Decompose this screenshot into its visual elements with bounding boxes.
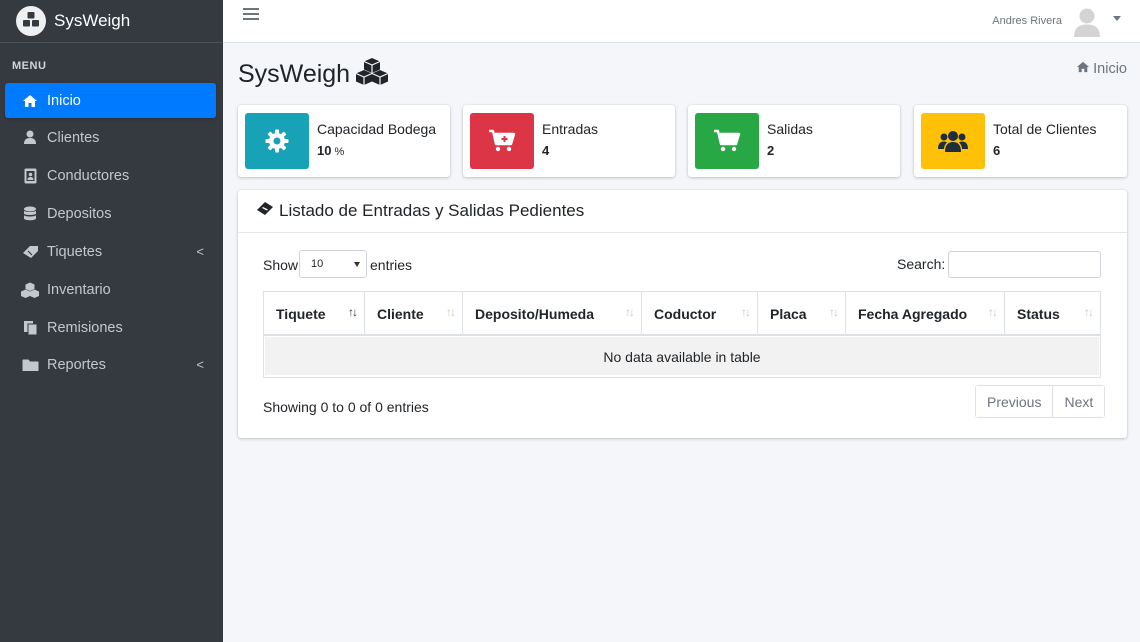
database-icon [21,206,39,222]
length-entries-label: entries [370,257,413,273]
menu-header: MENU [12,60,47,72]
card-header: Listado de Entradas y Salidas Pedientes [238,190,1127,233]
length-show-label: Show [263,257,299,273]
sidebar-item-label: Depositos [47,205,112,222]
cubes-icon [21,282,39,298]
sidebar-item-depositos[interactable]: Depositos [5,196,216,231]
sidebar-item-tiquetes[interactable]: Tiquetes < [5,234,216,269]
home-icon [1076,61,1090,77]
brand-logo-icon [16,6,46,36]
breadcrumb-item[interactable]: Inicio [1093,61,1127,77]
caret-down-icon [354,262,360,267]
brand-name: SysWeigh [54,11,131,30]
table-header: Tiquete ↑↓ Cliente ↑↓ Deposito/Humeda ↑↓ Co… [264,292,1100,336]
sort-icon: ↑↓ [446,305,456,319]
table-info: Showing 0 to 0 of 0 entries [263,399,429,415]
column-header-status[interactable]: Status ↑↓ [1005,292,1100,334]
info-box-value: 6 [993,143,1001,158]
sidebar-item-inicio[interactable]: Inicio [5,83,216,118]
info-box-entradas: Entradas 4 [463,105,675,177]
info-box-label: Entradas [542,121,599,137]
info-box-capacidad: Capacidad Bodega 10% [238,105,450,177]
users-icon [921,113,985,169]
entries-length-value: 10 [311,258,324,270]
sort-icon: ↑↓ [829,305,839,319]
column-header-coductor[interactable]: Coductor ↑↓ [642,292,758,334]
sort-icon: ↑↓ [741,305,751,319]
sidebar-item-label: Remisiones [47,319,123,336]
info-box-value: 2 [767,143,775,158]
brand[interactable]: SysWeigh [0,0,223,43]
column-header-deposito[interactable]: Deposito/Humeda ↑↓ [463,292,642,334]
page-title-text: SysWeigh [238,60,351,88]
sort-icon: ↑↓ [625,305,635,319]
sort-icon: ↑↓ [988,305,998,319]
sidebar: SysWeigh MENU Inicio Clientes Conductore… [0,0,223,642]
info-box-label: Capacidad Bodega [317,121,437,137]
cubes-icon [355,57,389,92]
sidebar-item-conductores[interactable]: Conductores [5,158,216,193]
sidebar-item-label: Reportes [47,356,106,373]
table-empty-row: No data available in table [265,337,1099,375]
sidebar-item-label: Clientes [47,129,100,146]
breadcrumb[interactable]: Inicio [1076,61,1127,77]
card-title: Listado de Entradas y Salidas Pedientes [279,201,585,220]
sidebar-item-label: Conductores [47,167,130,184]
info-box-value: 4 [542,143,550,158]
sort-icon: ↑↓ [1084,305,1094,319]
sidebar-item-reportes[interactable]: Reportes < [5,347,216,382]
sidebar-item-inventario[interactable]: Inventario [5,272,216,307]
column-header-tiquete[interactable]: Tiquete ↑↓ [264,292,365,334]
info-box-salidas: Salidas 2 [688,105,900,177]
hamburger-menu-icon[interactable] [243,8,259,22]
column-header-fecha[interactable]: Fecha Agregado ↑↓ [846,292,1005,334]
pending-list-card: Listado de Entradas y Salidas Pedientes … [238,190,1127,438]
entries-length-select[interactable]: 10 [299,250,367,278]
cog-icon [245,113,309,169]
next-button[interactable]: Next [1052,386,1105,417]
caret-down-icon[interactable] [1113,16,1121,21]
info-box-value: 10% [317,143,345,158]
sidebar-item-clientes[interactable]: Clientes [5,120,216,155]
cart-plus-icon [470,113,534,169]
copy-icon [21,320,39,336]
sidebar-item-label: Tiquetes [47,243,103,260]
page-title: SysWeigh [238,57,389,92]
folder-icon [21,357,39,373]
sidebar-item-label: Inventario [47,281,111,298]
column-header-placa[interactable]: Placa ↑↓ [758,292,846,334]
user-icon [21,130,39,146]
chevron-left-icon: < [196,357,204,372]
sort-asc-icon: ↑↓ [348,305,358,319]
search-label: Search: [897,256,946,272]
info-box-clientes: Total de Clientes 6 [914,105,1127,177]
cart-icon [695,113,759,169]
column-header-cliente[interactable]: Cliente ↑↓ [365,292,463,334]
chevron-left-icon: < [196,244,204,259]
ticket-icon [21,244,39,260]
data-table: Tiquete ↑↓ Cliente ↑↓ Deposito/Humeda ↑↓ Co… [263,291,1101,378]
top-navbar: Andres Rivera [223,0,1140,43]
avatar[interactable] [1072,6,1102,37]
info-box-label: Total de Clientes [993,121,1097,137]
pagination: Previous Next [975,385,1106,418]
previous-button[interactable]: Previous [976,386,1053,417]
ticket-icon [256,201,274,222]
search-input[interactable] [948,251,1101,278]
sidebar-item-remisiones[interactable]: Remisiones [5,310,216,345]
id-badge-icon [21,168,39,184]
home-icon [21,93,39,109]
user-name[interactable]: Andres Rivera [992,15,1062,27]
info-box-label: Salidas [767,121,813,137]
sidebar-item-label: Inicio [47,92,81,109]
